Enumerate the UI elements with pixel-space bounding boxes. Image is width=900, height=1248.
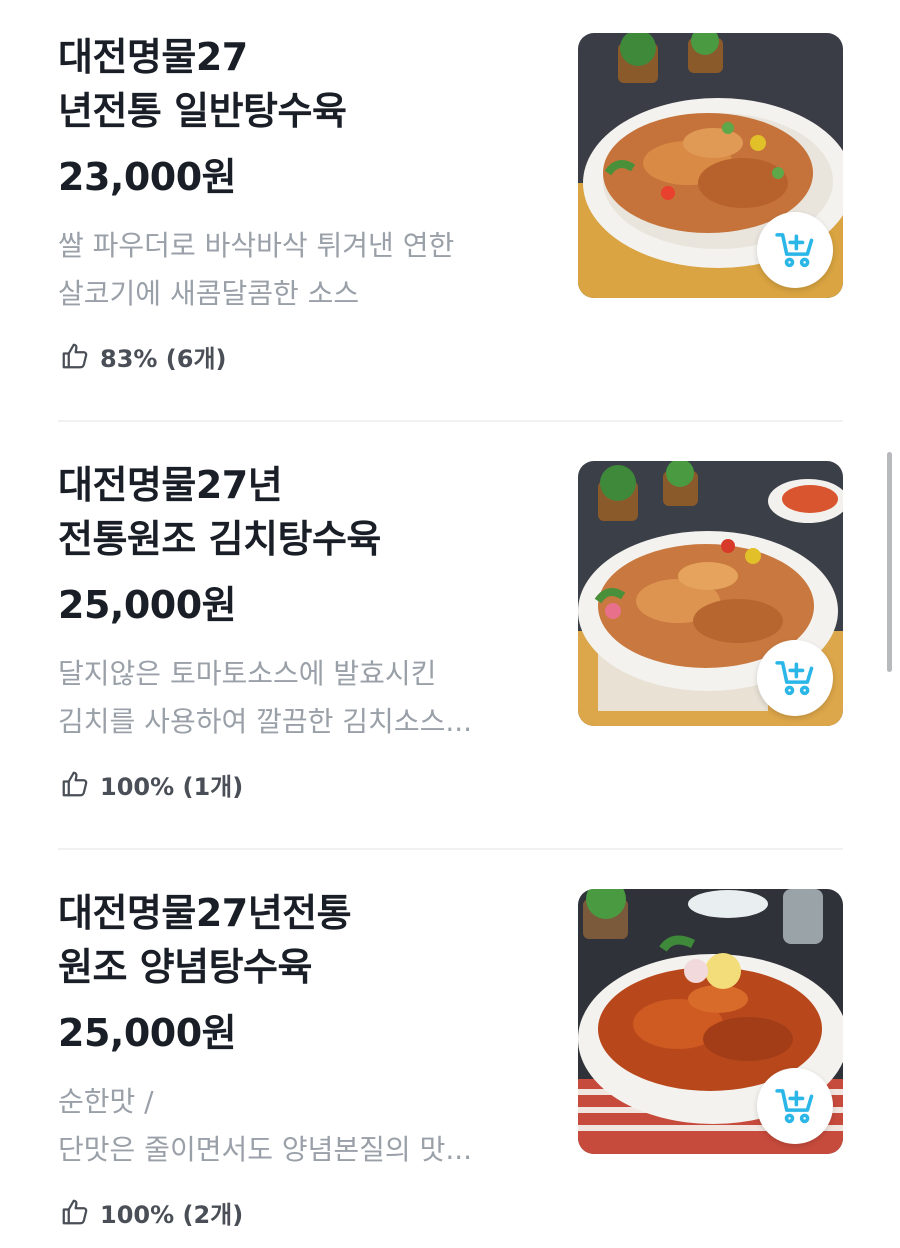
menu-list-page: 대전명물27 년전통 일반탕수육 23,000원 쌀 파우더로 바삭바삭 튀겨낸… (0, 0, 900, 1248)
thumbs-up-icon (62, 343, 88, 369)
menu-item-photo[interactable] (578, 461, 843, 726)
add-to-cart-icon (775, 661, 814, 696)
menu-item-card[interactable]: 대전명물27년전통 원조 양념탕수육 25,000원 순한맛 / 단맛은 줄이면… (0, 856, 900, 1248)
add-to-cart-button[interactable] (757, 640, 833, 716)
item-divider (58, 420, 843, 422)
add-to-cart-button[interactable] (757, 1068, 833, 1144)
menu-item-title: 대전명물27년전통 원조 양념탕수육 (58, 891, 352, 989)
add-to-cart-button[interactable] (757, 212, 833, 288)
menu-item-rating: 100% (2개) (60, 1194, 243, 1230)
menu-item-title: 대전명물27 년전통 일반탕수육 (58, 35, 347, 133)
menu-item-description: 달지않은 토마토소스에 발효시킨 김치를 사용하여 깔끔한 김치소스... (58, 657, 473, 738)
menu-item-price: 25,000원 (58, 583, 237, 627)
rating-text: 100% (1개) (100, 772, 244, 801)
menu-item-description: 쌀 파우더로 바삭바삭 튀겨낸 연한 살코기에 새콤달콤한 소스 (58, 229, 455, 310)
menu-item-price: 25,000원 (58, 1011, 237, 1055)
menu-item-rating: 83% (6개) (60, 338, 227, 374)
menu-item-card[interactable]: 대전명물27년 전통원조 김치탕수육 25,000원 달지않은 토마토소스에 발… (0, 428, 900, 856)
menu-item-photo[interactable] (578, 889, 843, 1154)
menu-item-card[interactable]: 대전명물27 년전통 일반탕수육 23,000원 쌀 파우더로 바삭바삭 튀겨낸… (0, 0, 900, 428)
thumbs-up-icon (62, 771, 88, 797)
scrollbar[interactable] (887, 452, 892, 672)
menu-item-title: 대전명물27년 전통원조 김치탕수육 (58, 463, 381, 561)
menu-item-description: 순한맛 / 단맛은 줄이면서도 양념본질의 맛... (58, 1085, 473, 1166)
rating-text: 100% (2개) (100, 1200, 244, 1229)
rating-text: 83% (6개) (100, 344, 227, 373)
item-divider (58, 848, 843, 850)
menu-item-rating: 100% (1개) (60, 766, 243, 802)
menu-item-price: 23,000원 (58, 155, 237, 199)
add-to-cart-icon (775, 233, 814, 268)
add-to-cart-icon (775, 1089, 814, 1124)
menu-item-photo[interactable] (578, 33, 843, 298)
thumbs-up-icon (62, 1199, 88, 1225)
